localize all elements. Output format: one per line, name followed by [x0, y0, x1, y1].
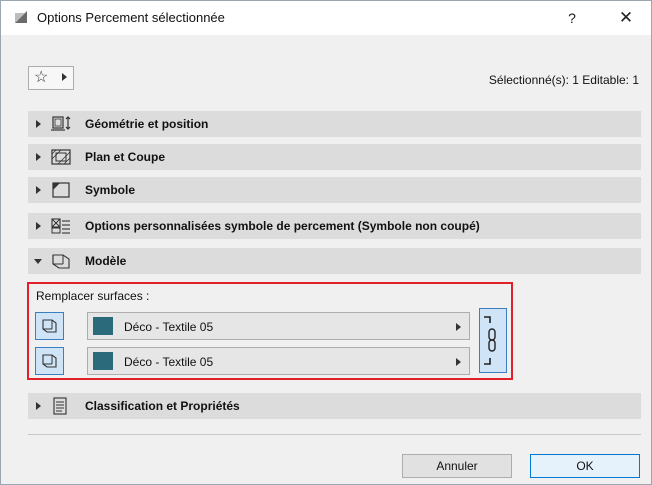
collapse-arrow-icon: [34, 259, 42, 264]
expand-arrow-icon: [36, 186, 41, 194]
section-model[interactable]: Modèle: [28, 248, 641, 274]
dialog-window: Options Percement sélectionnée ? ✕ ☆ Sél…: [0, 0, 652, 485]
section-label: Options personnalisées symbole de percem…: [85, 219, 480, 233]
expand-arrow-icon: [36, 222, 41, 230]
archicad-app-icon: [14, 10, 28, 24]
selection-info: Sélectionné(s): 1 Editable: 1: [488, 73, 639, 87]
chain-link-icon: [484, 316, 496, 365]
favorites-button[interactable]: ☆: [28, 66, 74, 90]
override-surfaces-label: Remplacer surfaces :: [36, 289, 150, 303]
surface-name: Déco - Textile 05: [124, 320, 214, 334]
expand-arrow-icon: [36, 120, 41, 128]
chevron-right-icon: [456, 323, 461, 331]
section-label: Symbole: [85, 183, 136, 197]
surface-picker-1[interactable]: Déco - Textile 05: [87, 312, 470, 340]
close-button[interactable]: ✕: [613, 6, 639, 30]
section-floor-plan[interactable]: Plan et Coupe: [28, 144, 641, 170]
section-label: Plan et Coupe: [85, 150, 166, 164]
dialog-title: Options Percement sélectionnée: [37, 10, 225, 25]
section-label: Classification et Propriétés: [85, 399, 240, 413]
surface-override-toggle-2[interactable]: [35, 347, 64, 375]
model-icon: [52, 254, 70, 269]
cancel-button[interactable]: Annuler: [402, 454, 512, 478]
custom-settings-icon: [51, 218, 70, 234]
surface-color-swatch: [93, 352, 113, 370]
geometry-position-icon: [51, 116, 71, 131]
chevron-right-icon: [456, 358, 461, 366]
expand-arrow-icon: [36, 402, 41, 410]
ok-button[interactable]: OK: [530, 454, 640, 478]
section-label: Modèle: [85, 254, 127, 268]
surface-override-toggle-1[interactable]: [35, 312, 64, 340]
symbol-icon: [52, 182, 70, 198]
title-bar: Options Percement sélectionnée ? ✕: [1, 1, 651, 35]
floor-plan-section-icon: [51, 149, 71, 165]
expand-arrow-icon: [36, 153, 41, 161]
star-icon: ☆: [34, 69, 49, 86]
surface-name: Déco - Textile 05: [124, 355, 214, 369]
section-custom-settings[interactable]: Options personnalisées symbole de percem…: [28, 213, 641, 239]
surface-icon: [42, 354, 57, 368]
surface-picker-2[interactable]: Déco - Textile 05: [87, 347, 470, 375]
classification-icon: [53, 397, 67, 415]
chevron-right-icon: [62, 73, 67, 81]
footer-divider: [28, 434, 641, 435]
section-geometry-position[interactable]: Géométrie et position: [28, 111, 641, 137]
surface-color-swatch: [93, 317, 113, 335]
link-surfaces-button[interactable]: [479, 308, 507, 373]
section-label: Géométrie et position: [85, 117, 209, 131]
help-button[interactable]: ?: [561, 7, 583, 29]
section-classification[interactable]: Classification et Propriétés: [28, 393, 641, 419]
section-symbol[interactable]: Symbole: [28, 177, 641, 203]
surface-icon: [42, 319, 57, 333]
